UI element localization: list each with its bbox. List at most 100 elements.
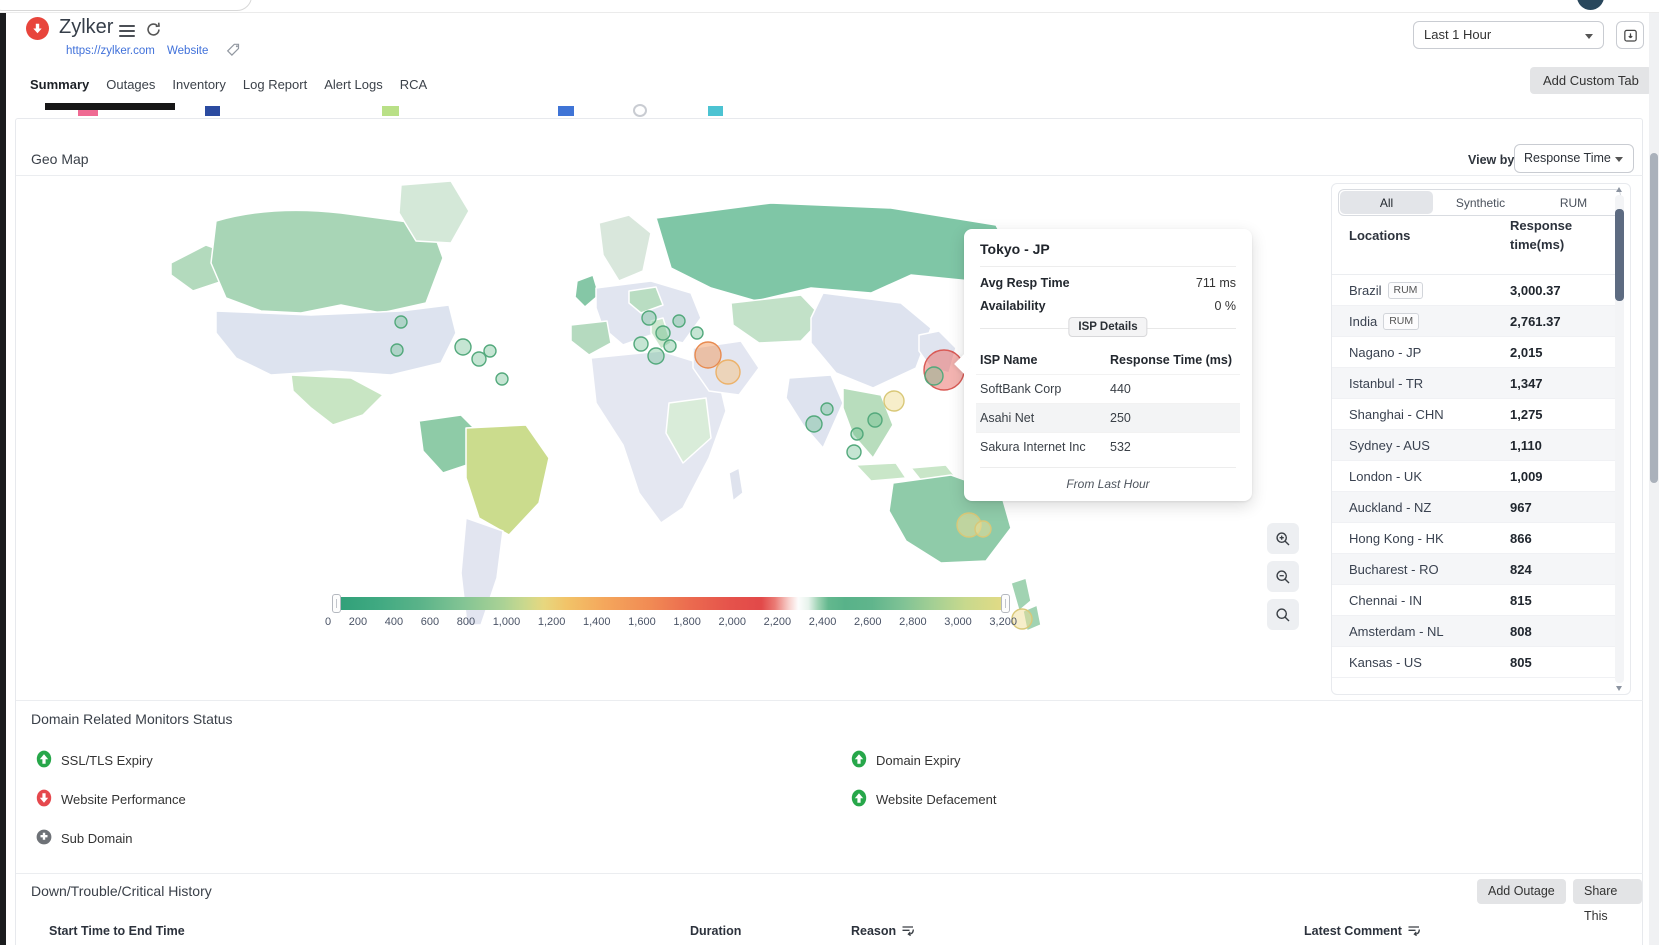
tag-icon[interactable] [226,42,241,62]
location-row-brazil[interactable]: BrazilRUM3,000.37 [1332,275,1619,306]
share-this-button[interactable]: Share This [1573,879,1642,904]
tooltip-stat-row: Availability0 % [980,299,1236,313]
map-bubble-orange[interactable] [695,342,721,368]
history-column-latest-comment: Latest Comment [1304,919,1422,943]
view-by-select[interactable]: Response Time [1514,144,1634,173]
zoom-reset-icon[interactable] [1267,599,1299,630]
location-row-istanbul-tr[interactable]: Istanbul - TR1,347 [1332,368,1619,399]
monitor-url-link[interactable]: https://zylker.com [66,45,155,57]
scrolled-content-fragment [382,106,399,116]
location-row-sydney-aus[interactable]: Sydney - AUS1,110 [1332,430,1619,461]
map-bubble-green[interactable] [634,337,648,351]
locations-filter-rum[interactable]: RUM [1527,190,1620,215]
map-bubble-paleyellow[interactable] [884,391,904,411]
map-bubble-paleorange[interactable] [716,360,740,384]
domain-monitor-sub-domain[interactable]: Sub Domain [36,819,186,858]
divider [16,873,1643,874]
isp-name-header: ISP Name [980,353,1110,367]
locations-filter-tabs: AllSyntheticRUM [1338,189,1621,216]
filter-icon[interactable] [1407,924,1422,938]
map-bubble-green[interactable] [868,413,882,427]
zoom-out-icon[interactable] [1267,561,1299,592]
map-bubble-green[interactable] [806,416,822,432]
map-bubble-green[interactable] [484,345,496,357]
monitor-type-link[interactable]: Website [167,45,208,57]
summary-card: Geo Map View by Response Time [15,118,1643,945]
map-bubble-green[interactable] [851,428,863,440]
location-row-india[interactable]: IndiaRUM2,761.37 [1332,306,1619,337]
copy-to-dashboard-button[interactable] [1616,21,1644,49]
location-response-time: 805 [1510,655,1532,670]
scroll-down-arrow[interactable] [1616,686,1622,691]
add-outage-button[interactable]: Add Outage [1477,879,1566,904]
map-bubble-paleyellow[interactable] [975,521,991,537]
map-bubble-green[interactable] [821,403,833,415]
location-row-shanghai-chn[interactable]: Shanghai - CHN1,275 [1332,399,1619,430]
map-bubble-green[interactable] [656,326,670,340]
monitor-down-status-icon [26,17,49,40]
location-row-nagano-jp[interactable]: Nagano - JP2,015 [1332,337,1619,368]
map-bubble-green[interactable] [925,367,943,385]
map-bubble-green[interactable] [472,352,486,366]
location-row-auckland-nz[interactable]: Auckland - NZ967 [1332,492,1619,523]
page-scrollbar[interactable] [1649,13,1659,945]
domain-monitor-domain-expiry[interactable]: Domain Expiry [851,741,996,780]
time-range-select[interactable]: Last 1 Hour [1413,21,1604,49]
location-row-kansas-us[interactable]: Kansas - US805 [1332,647,1619,678]
map-bubble-green[interactable] [648,348,664,364]
tab-summary[interactable]: Summary [30,77,89,96]
location-row-amsterdam-nl[interactable]: Amsterdam - NL808 [1332,616,1619,647]
refresh-icon[interactable] [145,21,163,39]
locations-filter-synthetic[interactable]: Synthetic [1434,190,1527,215]
tab-rca[interactable]: RCA [400,77,427,96]
tooltip-title: Tokyo - JP [980,241,1236,267]
domain-monitor-website-performance[interactable]: Website Performance [36,780,186,819]
add-custom-tab-button[interactable]: Add Custom Tab [1530,67,1652,94]
filter-icon[interactable] [901,924,916,938]
tooltip-stat-row: Avg Resp Time711 ms [980,276,1236,290]
page-scrollbar-thumb[interactable] [1650,153,1658,483]
domain-monitor-label: Domain Expiry [876,753,961,768]
legend-max-handle[interactable] [1001,594,1010,613]
map-bubble-green[interactable] [391,344,403,356]
tab-alert-logs[interactable]: Alert Logs [324,77,383,96]
chevron-down-icon [1585,34,1593,39]
scroll-up-arrow[interactable] [1616,187,1622,192]
tab-outages[interactable]: Outages [106,77,155,96]
history-column-start-time-to-end-time: Start Time to End Time [49,919,185,943]
scrollbar-track[interactable] [1615,195,1624,683]
location-row-hong-kong-hk[interactable]: Hong Kong - HK866 [1332,523,1619,554]
location-row-chennai-in[interactable]: Chennai - IN815 [1332,585,1619,616]
location-response-time: 1,009 [1510,469,1543,484]
isp-details-badge: ISP Details [1068,317,1147,337]
isp-table-row: SoftBank Corp440 [976,374,1240,403]
scrollbar-thumb[interactable] [1615,209,1624,301]
location-name: Amsterdam - NL [1349,624,1444,639]
domain-monitor-ssl-tls-expiry[interactable]: SSL/TLS Expiry [36,741,186,780]
domain-monitor-website-defacement[interactable]: Website Defacement [851,780,996,819]
legend-min-handle[interactable] [332,594,341,613]
map-bubble-green[interactable] [673,315,685,327]
column-label: Start Time to End Time [49,919,185,943]
map-bubble-green[interactable] [664,340,676,352]
map-bubble-green[interactable] [496,373,508,385]
map-bubble-green[interactable] [691,327,703,339]
map-bubble-green[interactable] [847,445,861,459]
stat-label: Availability [980,299,1046,313]
menu-icon[interactable] [119,25,135,40]
location-row-london-uk[interactable]: London - UK1,009 [1332,461,1619,492]
domain-monitor-label: Website Performance [61,792,186,807]
tab-inventory[interactable]: Inventory [172,77,225,96]
collapsed-sidebar-strip [0,13,6,945]
location-response-time: 815 [1510,593,1532,608]
map-bubble-green[interactable] [395,316,407,328]
zoom-in-icon[interactable] [1267,523,1299,554]
map-bubble-green[interactable] [642,311,656,325]
status-up-icon [851,789,867,810]
location-row-bucharest-ro[interactable]: Bucharest - RO824 [1332,554,1619,585]
isp-response-header: Response Time (ms) [1110,353,1236,367]
locations-filter-all[interactable]: All [1340,191,1433,214]
domain-monitors-column-right: Domain Expiry Website Defacement [851,741,996,819]
map-bubble-green[interactable] [455,339,471,355]
tab-log-report[interactable]: Log Report [243,77,307,96]
